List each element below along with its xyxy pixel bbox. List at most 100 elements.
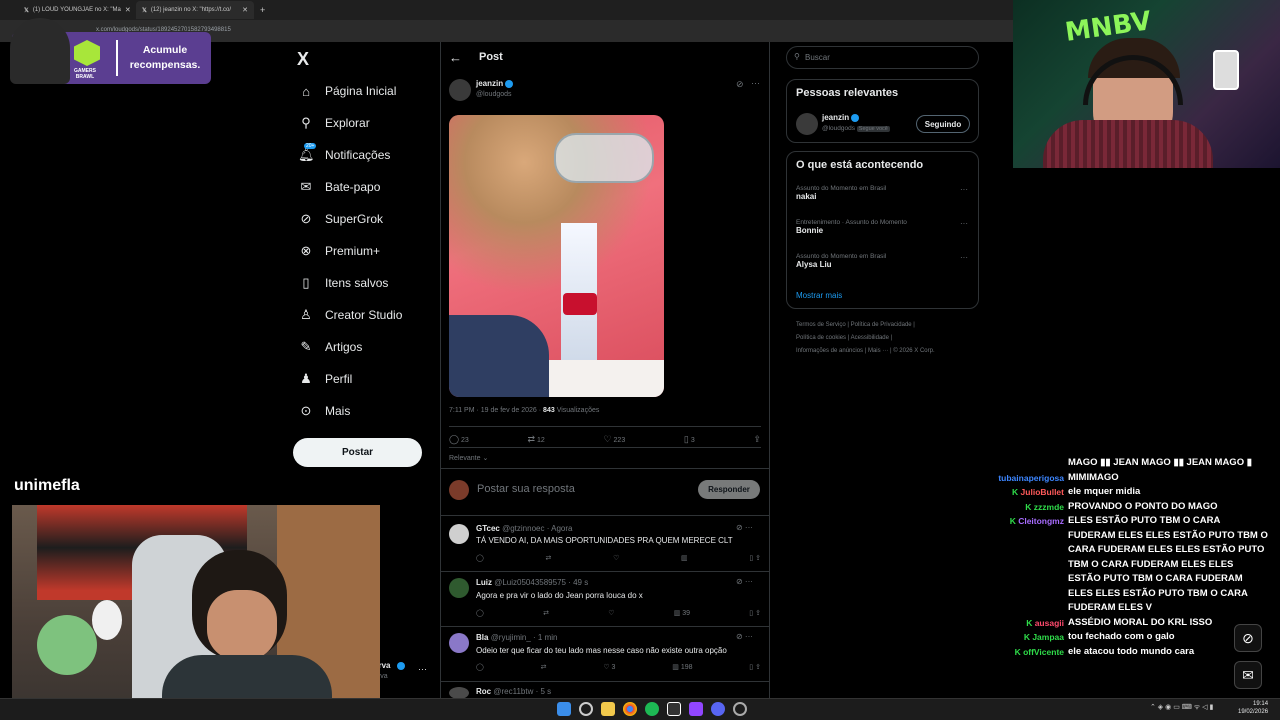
sort-label: Relevante bbox=[449, 455, 481, 462]
post-video[interactable] bbox=[449, 115, 664, 397]
avatar[interactable] bbox=[796, 113, 818, 135]
more-dots-icon[interactable]: ··· bbox=[751, 78, 760, 88]
views-count[interactable]: ▥ 198 bbox=[672, 663, 692, 671]
views-value: 198 bbox=[680, 664, 693, 671]
nav-item-notifications[interactable]: 🔔︎ 20+ Notificações bbox=[298, 143, 390, 166]
reply-input[interactable]: Postar sua resposta bbox=[477, 483, 575, 495]
share-icon[interactable]: ⇪ bbox=[753, 434, 761, 445]
nav-item-articles[interactable]: ✎ Artigos bbox=[298, 336, 363, 358]
footer-link[interactable]: Termos de Serviço bbox=[796, 322, 846, 328]
following-button[interactable]: Seguindo bbox=[916, 115, 970, 133]
reward-line-1: Acumule bbox=[142, 44, 188, 56]
post-button[interactable]: Postar bbox=[293, 438, 422, 467]
reply-icon[interactable]: ◯ bbox=[476, 609, 484, 617]
nav-item-creator-studio[interactable]: ♙ Creator Studio bbox=[298, 304, 402, 326]
nav-item-chat[interactable]: ✉ Bate-papo bbox=[298, 176, 381, 198]
trend-item[interactable]: Assunto do Momento em Brasil Alysa Liu bbox=[796, 253, 886, 269]
grok-icon[interactable]: ⊘ bbox=[736, 79, 744, 90]
k-badge-icon: K bbox=[1026, 617, 1035, 628]
spotify-icon[interactable] bbox=[645, 702, 659, 716]
avatar bbox=[449, 480, 469, 500]
settings-icon[interactable] bbox=[733, 702, 747, 716]
views-label: Visualizações bbox=[556, 407, 600, 414]
reply-icon[interactable]: ◯ bbox=[476, 663, 484, 671]
like-count[interactable]: ♡ 3 bbox=[603, 663, 615, 671]
chrome-icon[interactable] bbox=[623, 702, 637, 716]
back-arrow-icon[interactable]: ← bbox=[449, 50, 462, 65]
trend-item[interactable]: Entretenimento · Assunto do Momento Bonni… bbox=[796, 219, 907, 235]
chat-text: ele atacou todo mundo cara bbox=[1068, 645, 1195, 657]
bookmark-share-icon[interactable]: ▯ ⇪ bbox=[749, 663, 761, 671]
grok-icon[interactable]: ⊘ bbox=[1234, 624, 1262, 652]
reply-button[interactable]: Responder bbox=[698, 480, 760, 499]
twitch-icon[interactable] bbox=[689, 702, 703, 716]
app-icon[interactable] bbox=[667, 702, 681, 716]
footer-link[interactable]: Política de Privacidade bbox=[851, 322, 912, 328]
views-icon[interactable]: ▥ bbox=[681, 554, 688, 562]
footer-link[interactable]: Mais ··· bbox=[868, 348, 888, 354]
discord-icon[interactable] bbox=[711, 702, 725, 716]
chat-message: K JulioBullet ele mquer midia bbox=[990, 485, 1270, 500]
close-tab-icon[interactable]: ✕ bbox=[242, 6, 248, 14]
comment-menu[interactable]: ⊘ ··· bbox=[736, 577, 753, 586]
avatar bbox=[449, 524, 469, 544]
more-dots-icon[interactable]: ··· bbox=[960, 185, 968, 194]
start-menu-icon[interactable] bbox=[557, 702, 571, 716]
nav-item-explore[interactable]: ⚲ Explorar bbox=[298, 112, 369, 134]
mail-icon[interactable]: ✉ bbox=[1234, 661, 1262, 689]
close-tab-icon[interactable]: ✕ bbox=[125, 6, 131, 14]
sort-dropdown[interactable]: Relevante ⌄ bbox=[449, 454, 488, 462]
browser-tab-active[interactable]: 𝕏 (12) jeanzin no X: "https://t.co/ ✕ bbox=[136, 1, 254, 19]
nav-item-home[interactable]: ⌂ Página Inicial bbox=[298, 80, 396, 102]
nav-item-profile[interactable]: ♟ Perfil bbox=[298, 368, 352, 390]
like-action[interactable]: ♡ 223 bbox=[604, 434, 626, 445]
repost-icon[interactable]: ⇄ bbox=[546, 554, 552, 562]
show-more-link[interactable]: Mostrar mais bbox=[796, 291, 842, 300]
footer-link[interactable]: Informações de anúncios bbox=[796, 348, 863, 354]
comment-author: GTcec @gtzinnoec · Agora bbox=[476, 524, 573, 533]
more-dots-icon[interactable]: ··· bbox=[960, 253, 968, 262]
repost-action[interactable]: ⇄ 12 bbox=[528, 434, 545, 445]
trend-context: Assunto do Momento em Brasil bbox=[796, 253, 887, 260]
stream-chat: MAGO ▮▮ JEAN MAGO ▮▮ JEAN MAGO ▮ tubaina… bbox=[990, 456, 1270, 659]
nav-item-more[interactable]: ⊙ Mais bbox=[298, 400, 351, 422]
comment-menu[interactable]: ⊘ ··· bbox=[736, 523, 753, 532]
repost-icon[interactable]: ⇄ bbox=[543, 609, 549, 617]
avatar[interactable] bbox=[449, 79, 471, 101]
reply-action[interactable]: ◯ 23 bbox=[449, 434, 469, 445]
bookmark-share-icon[interactable]: ▯ ⇪ bbox=[749, 554, 761, 562]
nav-item-bookmarks[interactable]: ▯ Itens salvos bbox=[298, 272, 388, 294]
heart-icon[interactable]: ♡ bbox=[608, 609, 614, 617]
bookmark-action[interactable]: ▯ 3 bbox=[684, 434, 695, 445]
verified-badge-icon bbox=[397, 662, 405, 670]
file-explorer-icon[interactable] bbox=[601, 702, 615, 716]
heart-icon[interactable]: ♡ bbox=[613, 554, 619, 562]
comment-name: Luiz bbox=[476, 578, 492, 587]
comment-menu[interactable]: ⊘ ··· bbox=[736, 632, 753, 641]
browser-tab[interactable]: 𝕏 (1) LOUD YOUNGJAE no X: "Ma ✕ bbox=[18, 1, 136, 19]
search-input[interactable]: ⚲ Buscar bbox=[786, 46, 979, 69]
repost-icon[interactable]: ⇄ bbox=[541, 663, 547, 671]
more-dots-icon[interactable]: ··· bbox=[960, 219, 968, 228]
comment-item[interactable]: Luiz @Luiz05043589575 · 49 s Agora e pra… bbox=[441, 572, 770, 627]
clock[interactable]: 19:14 19/02/2026 bbox=[1238, 700, 1268, 716]
search-icon[interactable] bbox=[579, 702, 593, 716]
bookmark-share-icon[interactable]: ▯ ⇪ bbox=[749, 609, 761, 617]
footer-link[interactable]: Política de cookies bbox=[796, 335, 846, 341]
more-dots-icon[interactable]: ··· bbox=[418, 664, 427, 674]
trend-item[interactable]: Assunto do Momento em Brasil nakai bbox=[796, 185, 886, 201]
x-logo[interactable]: X bbox=[297, 49, 309, 70]
person-name-text: jeanzin bbox=[822, 113, 850, 122]
comment-item[interactable]: GTcec @gtzinnoec · Agora TÁ VENDO AI, DA… bbox=[441, 516, 770, 571]
system-tray-icons[interactable]: ⌃ ◈ ◉ ▭ ⌨ ᯤ ◁ ▮ bbox=[1150, 703, 1213, 712]
new-tab-icon[interactable]: + bbox=[260, 5, 265, 15]
footer-link[interactable]: Acessibilidade bbox=[851, 335, 889, 341]
nav-item-premium[interactable]: ⊗ Premium+ bbox=[298, 240, 380, 262]
nav-item-supergrok[interactable]: ⊘ SuperGrok bbox=[298, 208, 383, 230]
comment-item[interactable]: Bla @ryujimin_ · 1 min Odeio ter que fic… bbox=[441, 627, 770, 682]
reply-icon[interactable]: ◯ bbox=[476, 554, 484, 562]
comment-item[interactable]: Roc @rec11btw · 5 s bbox=[441, 682, 770, 699]
post-author[interactable]: jeanzin bbox=[476, 79, 514, 88]
person-name[interactable]: jeanzin bbox=[822, 113, 860, 122]
views-count[interactable]: ▥ 39 bbox=[674, 609, 690, 617]
